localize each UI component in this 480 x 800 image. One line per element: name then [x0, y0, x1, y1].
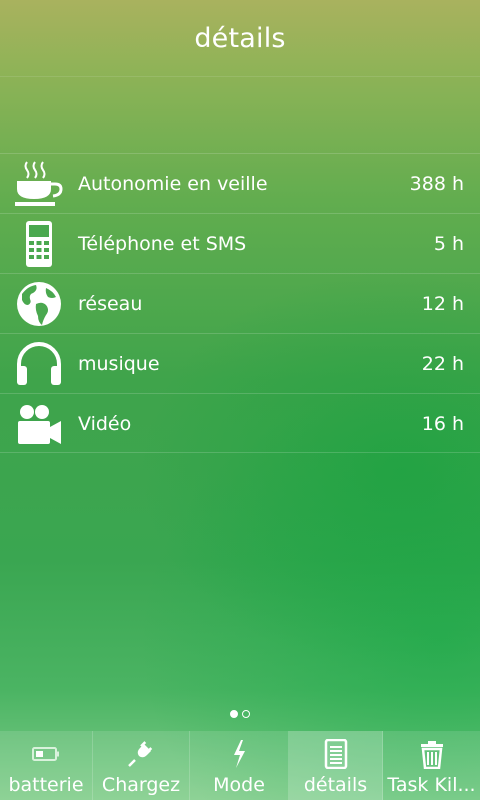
detail-row-standby: Autonomie en veille 388 h [0, 153, 480, 213]
globe-icon [17, 282, 61, 326]
battery-icon [32, 747, 59, 761]
lightning-icon [234, 740, 245, 768]
tab-chargez[interactable]: Chargez [93, 731, 190, 800]
page-dot-active[interactable] [230, 710, 238, 718]
tab-details[interactable]: détails [289, 731, 383, 800]
document-list-icon [324, 739, 347, 769]
tab-task-killer[interactable]: Task Kil... [383, 731, 480, 800]
details-list: Autonomie en veille 388 h Téléphone et S… [0, 153, 480, 453]
tab-mode[interactable]: Mode [190, 731, 289, 800]
header-divider [0, 76, 480, 77]
detail-label: Autonomie en veille [78, 173, 268, 195]
detail-label: musique [78, 353, 160, 375]
detail-row-video: Vidéo 16 h [0, 393, 480, 453]
detail-row-music: musique 22 h [0, 333, 480, 393]
tab-label: batterie [8, 774, 84, 796]
tab-label: Chargez [101, 774, 181, 796]
tab-label: détails [303, 774, 368, 796]
detail-row-phone-sms: Téléphone et SMS 5 h [0, 213, 480, 273]
tab-batterie[interactable]: batterie [0, 731, 93, 800]
detail-value: 22 h [421, 353, 464, 375]
bottom-tab-bar: batterie Chargez Mode détails Task Kil..… [0, 731, 480, 800]
headphones-icon [17, 342, 61, 385]
video-camera-icon [18, 405, 61, 444]
page-indicator [0, 703, 480, 718]
detail-value: 5 h [433, 233, 464, 255]
detail-value: 16 h [421, 413, 464, 435]
plug-icon [128, 741, 153, 767]
detail-label: Téléphone et SMS [78, 233, 247, 255]
detail-value: 12 h [421, 293, 464, 315]
coffee-cup-icon [15, 161, 63, 206]
page-dot[interactable] [242, 710, 250, 718]
detail-value: 388 h [409, 173, 464, 195]
page-title: détails [194, 23, 286, 54]
trash-icon [420, 741, 443, 769]
tab-label: Task Kil... [387, 774, 476, 796]
detail-label: Vidéo [78, 413, 132, 435]
tab-label: Mode [213, 774, 265, 796]
detail-row-network: réseau 12 h [0, 273, 480, 333]
detail-label: réseau [78, 293, 143, 315]
phone-icon [26, 221, 52, 267]
